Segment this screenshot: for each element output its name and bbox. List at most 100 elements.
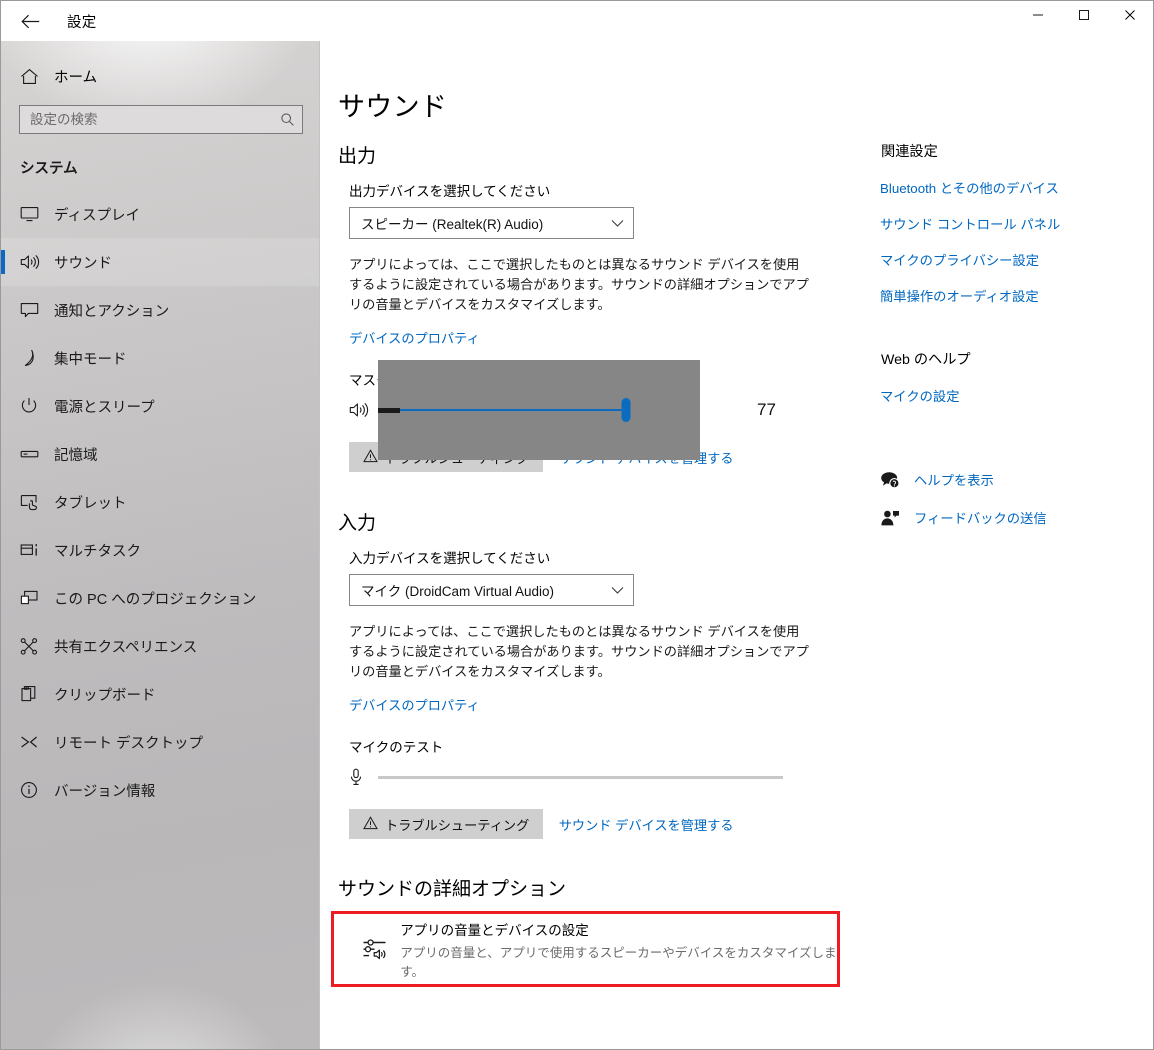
sidebar-item-label: 共有エクスペリエンス <box>54 639 198 656</box>
mic-test-label: マイクのテスト <box>349 740 444 756</box>
app-volume-mixer-icon <box>362 937 396 961</box>
settings-content: サウンド 出力 出力デバイスを選択してください スピーカー (Realtek(R… <box>320 41 880 1049</box>
window-title: 設定 <box>67 14 97 31</box>
maximize-button[interactable] <box>1061 1 1107 31</box>
remote-desktop-icon <box>20 734 51 750</box>
master-volume-slider[interactable] <box>378 360 700 461</box>
minimize-icon <box>1032 9 1044 24</box>
sidebar-item-shared-experiences[interactable]: 共有エクスペリエンス <box>1 622 319 670</box>
share-icon <box>20 637 51 655</box>
advanced-section-heading: サウンドの詳細オプション <box>338 879 567 901</box>
slider-thumb[interactable] <box>621 398 631 423</box>
storage-icon <box>20 448 51 460</box>
slider-fill-cap <box>378 407 400 413</box>
rail-spacer <box>880 405 1153 451</box>
app-volume-title: アプリの音量とデバイスの設定 <box>400 922 589 938</box>
multitask-icon <box>20 542 51 558</box>
home-icon <box>20 68 50 85</box>
sidebar-item-home[interactable]: ホーム <box>1 56 319 96</box>
notification-icon <box>20 302 51 318</box>
window-controls <box>320 1 1153 41</box>
output-section-heading: 出力 <box>338 146 377 167</box>
tablet-icon <box>20 494 51 511</box>
sidebar-item-label: リモート デスクトップ <box>54 735 204 752</box>
sidebar-item-label: タブレット <box>54 495 127 512</box>
sidebar-item-label: マルチタスク <box>54 543 141 560</box>
app-volume-device-preferences-row[interactable]: アプリの音量とデバイスの設定 アプリの音量と、アプリで使用するスピーカーやデバイ… <box>331 911 840 988</box>
input-section-heading: 入力 <box>338 513 377 535</box>
input-device-value: マイク (DroidCam Virtual Audio) <box>361 584 555 600</box>
input-manage-devices-link[interactable]: サウンド デバイスを管理する <box>559 815 734 834</box>
power-icon <box>20 397 51 415</box>
clipboard-icon <box>20 685 51 703</box>
sidebar-item-projection[interactable]: この PC へのプロジェクション <box>1 574 319 622</box>
related-settings-heading: 関連設定 <box>881 144 938 160</box>
search-container <box>19 105 303 134</box>
input-troubleshoot-button[interactable]: トラブルシューティング <box>349 809 544 840</box>
get-help-label: ヘルプを表示 <box>914 473 994 488</box>
sidebar-item-clipboard[interactable]: クリップボード <box>1 670 319 718</box>
sidebar-item-focus-assist[interactable]: 集中モード <box>1 334 319 382</box>
info-icon <box>20 781 51 799</box>
sidebar-item-about[interactable]: バージョン情報 <box>1 766 319 814</box>
sidebar-item-tablet[interactable]: タブレット <box>1 478 319 526</box>
microphone-icon <box>349 768 375 786</box>
send-feedback-label: フィードバックの送信 <box>914 511 1047 526</box>
moon-icon <box>20 349 51 367</box>
sidebar-home-label: ホーム <box>54 69 98 86</box>
page-title: サウンド <box>338 92 448 122</box>
search-box[interactable] <box>19 105 303 134</box>
sidebar-item-storage[interactable]: 記憶域 <box>1 430 319 478</box>
send-feedback-row[interactable]: フィードバックの送信 <box>880 508 1153 527</box>
input-device-properties-link[interactable]: デバイスのプロパティ <box>349 695 480 714</box>
main-content: サウンド 出力 出力デバイスを選択してください スピーカー (Realtek(R… <box>320 41 1153 1049</box>
sidebar-item-label: サウンド <box>54 255 112 272</box>
sidebar-item-display[interactable]: ディスプレイ <box>1 190 319 238</box>
sidebar-item-label: クリップボード <box>54 687 156 704</box>
mic-level-bar <box>378 775 783 779</box>
back-arrow-icon <box>20 14 40 29</box>
input-description: アプリによっては、ここで選択したものとは異なるサウンド デバイスを使用するように… <box>349 624 809 680</box>
master-volume-row: 77 <box>349 360 880 461</box>
input-device-dropdown[interactable]: マイク (DroidCam Virtual Audio) <box>349 574 634 607</box>
speaker-icon <box>349 402 375 418</box>
sidebar-item-notifications[interactable]: 通知とアクション <box>1 286 319 334</box>
close-button[interactable] <box>1107 1 1153 31</box>
output-device-label: 出力デバイスを選択してください <box>349 184 551 199</box>
web-help-link-microphone-setup[interactable]: マイクの設定 <box>880 386 1153 405</box>
mic-test-row <box>349 764 880 790</box>
sidebar-item-remote-desktop[interactable]: リモート デスクトップ <box>1 718 319 766</box>
get-help-row[interactable]: ヘルプを表示 <box>880 470 1153 489</box>
web-help-heading: Web のヘルプ <box>881 352 971 368</box>
output-device-dropdown[interactable]: スピーカー (Realtek(R) Audio) <box>349 207 634 239</box>
slider-fill <box>378 409 626 412</box>
title-bar-left: 設定 <box>1 1 320 41</box>
sidebar-section-title: システム <box>20 161 78 177</box>
settings-window: 設定 ホーム 設定の検索 システム ディスプレイ サウンド 通知とアクション 集… <box>0 0 1154 1050</box>
search-input[interactable] <box>30 112 279 127</box>
sidebar-item-sound[interactable]: サウンド <box>1 238 319 286</box>
sidebar-item-label: 記憶域 <box>54 447 98 464</box>
close-icon <box>1124 9 1136 24</box>
output-device-value: スピーカー (Realtek(R) Audio) <box>361 217 544 232</box>
related-link-ease-of-access-audio[interactable]: 簡単操作のオーディオ設定 <box>880 286 1153 305</box>
input-troubleshoot-label: トラブルシューティング <box>385 817 530 833</box>
master-volume-value: 77 <box>757 400 776 420</box>
related-link-sound-control-panel[interactable]: サウンド コントロール パネル <box>880 214 1153 233</box>
related-link-microphone-privacy[interactable]: マイクのプライバシー設定 <box>880 250 1153 269</box>
back-button[interactable] <box>7 5 53 37</box>
sidebar: ホーム システム <box>1 41 320 1049</box>
input-device-label: 入力デバイスを選択してください <box>349 551 551 567</box>
output-description: アプリによっては、ここで選択したものとは異なるサウンド デバイスを使用するように… <box>349 257 809 313</box>
sidebar-item-label: この PC へのプロジェクション <box>54 591 257 608</box>
related-settings-rail: 関連設定 Bluetooth とその他のデバイス サウンド コントロール パネル… <box>880 41 1153 1049</box>
output-device-properties-link[interactable]: デバイスのプロパティ <box>349 328 480 347</box>
related-link-bluetooth[interactable]: Bluetooth とその他のデバイス <box>880 178 1153 197</box>
sidebar-item-multitasking[interactable]: マルチタスク <box>1 526 319 574</box>
sidebar-item-label: 集中モード <box>54 351 127 368</box>
sidebar-item-power-sleep[interactable]: 電源とスリープ <box>1 382 319 430</box>
sidebar-nav: ディスプレイ サウンド 通知とアクション 集中モード 電源とスリープ 記憶域 タ… <box>1 190 319 814</box>
minimize-button[interactable] <box>1015 1 1061 31</box>
warning-triangle-icon <box>363 816 378 833</box>
warning-triangle-icon <box>363 448 378 466</box>
